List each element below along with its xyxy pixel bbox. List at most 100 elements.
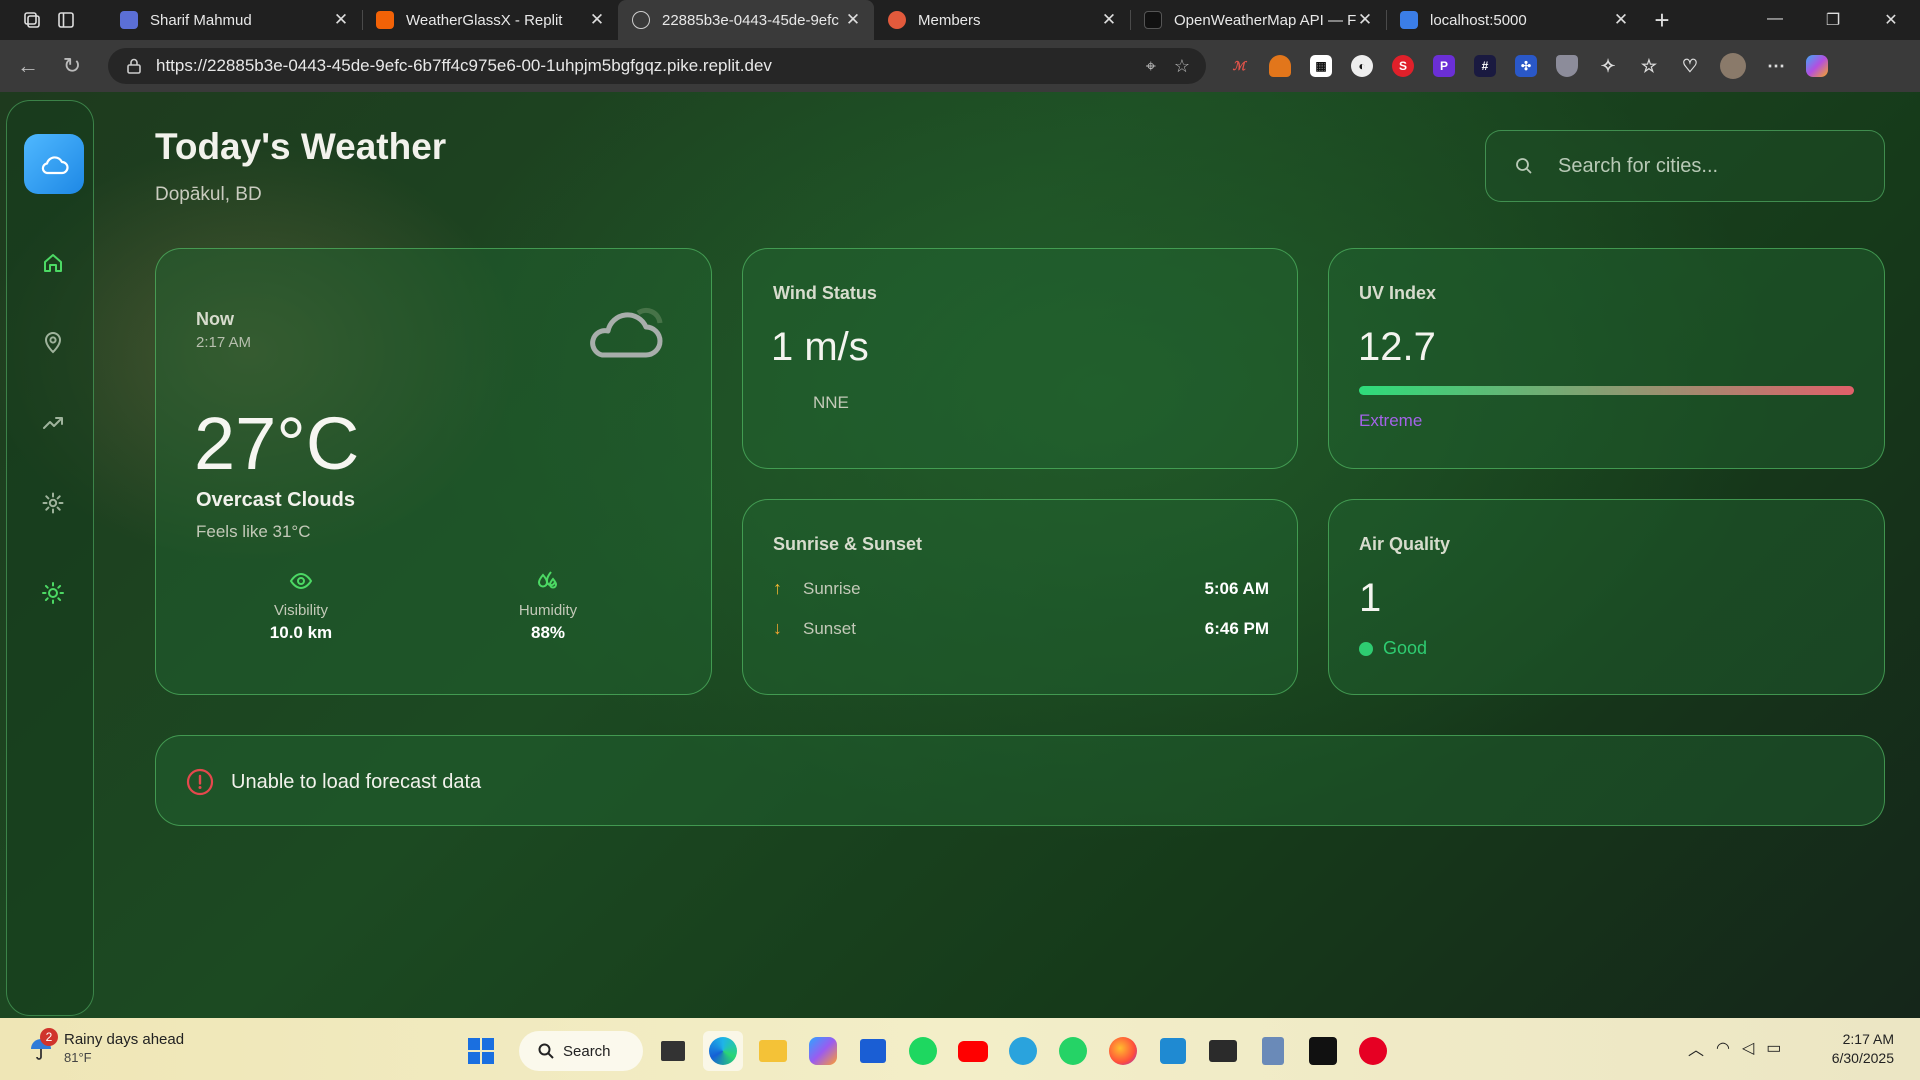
- sidebar: [6, 100, 94, 1016]
- clock[interactable]: 2:17 AM 6/30/2025: [1818, 1030, 1894, 1068]
- terminal-icon[interactable]: [1203, 1031, 1243, 1071]
- new-tab-button[interactable]: +: [1642, 5, 1682, 36]
- uv-gradient-bar: [1359, 386, 1854, 395]
- edge-browser-icon[interactable]: [703, 1031, 743, 1071]
- close-icon[interactable]: ✕: [1356, 10, 1374, 30]
- profile-avatar[interactable]: [1720, 53, 1746, 79]
- restore-button[interactable]: ❐: [1804, 10, 1862, 30]
- home-icon[interactable]: [39, 249, 67, 277]
- favorites-icon[interactable]: ☆: [1638, 55, 1660, 77]
- extensions-puzzle-icon[interactable]: ✧: [1597, 55, 1619, 77]
- extension-icon[interactable]: ℳ: [1228, 55, 1250, 77]
- telegram-icon[interactable]: [1003, 1031, 1043, 1071]
- volume-icon[interactable]: ◁: [1742, 1038, 1754, 1058]
- chevron-up-icon[interactable]: ︿: [1688, 1036, 1704, 1060]
- task-view-icon[interactable]: [653, 1031, 693, 1071]
- whatsapp-icon[interactable]: [1053, 1031, 1093, 1071]
- lock-icon[interactable]: [124, 56, 144, 76]
- address-bar[interactable]: https://22885b3e-0443-45de-9efc-6b7ff4c9…: [108, 48, 1206, 84]
- window-controls: — ❐ ✕: [1746, 10, 1920, 30]
- close-icon[interactable]: ✕: [1612, 10, 1630, 30]
- arrow-down-icon: ↓: [773, 618, 782, 638]
- taskbar-search[interactable]: Search: [519, 1031, 643, 1071]
- tab-openweathermap-api[interactable]: OpenWeatherMap API — F ✕: [1130, 0, 1386, 40]
- extension-puzzle-blue-icon[interactable]: ✣: [1515, 55, 1537, 77]
- close-icon[interactable]: ✕: [844, 10, 862, 30]
- pinterest-icon[interactable]: [1353, 1031, 1393, 1071]
- clock-date: 6/30/2025: [1831, 1050, 1894, 1066]
- workspaces-icon[interactable]: [22, 10, 42, 30]
- location-subtitle: Dopākul, BD: [155, 184, 262, 205]
- overcast-cloud-icon: [590, 307, 663, 358]
- location-pin-icon[interactable]: [39, 329, 67, 357]
- vscode-icon[interactable]: [1153, 1031, 1193, 1071]
- eye-icon: [289, 572, 313, 590]
- extension-hash-icon[interactable]: #: [1474, 55, 1496, 77]
- spotify-icon[interactable]: [903, 1031, 943, 1071]
- current-time: 2:17 AM: [196, 334, 252, 351]
- extension-s-icon[interactable]: S: [1392, 55, 1414, 77]
- app-logo[interactable]: [24, 134, 84, 194]
- github-desktop-icon[interactable]: [1303, 1031, 1343, 1071]
- forecast-error-card: Unable to load forecast data: [155, 735, 1885, 826]
- shield-icon[interactable]: [1556, 55, 1578, 77]
- clock-time: 2:17 AM: [1842, 1031, 1894, 1047]
- tab-active-weather-app[interactable]: 22885b3e-0443-45de-9efc ✕: [618, 0, 874, 40]
- sunrise-row: ↑ Sunrise 5:06 AM: [773, 578, 1269, 599]
- close-icon[interactable]: ✕: [1100, 10, 1118, 30]
- extension-grid-icon[interactable]: ▦: [1310, 55, 1332, 77]
- start-button[interactable]: [463, 1033, 499, 1069]
- close-icon[interactable]: ✕: [588, 10, 606, 30]
- wifi-icon[interactable]: ◠: [1716, 1038, 1730, 1058]
- tab-members[interactable]: Members ✕: [874, 0, 1130, 40]
- tab-sharif-mahmud[interactable]: Sharif Mahmud ✕: [106, 0, 362, 40]
- metamask-icon[interactable]: [1269, 55, 1291, 77]
- refresh-button[interactable]: ↻: [50, 53, 94, 79]
- replit-icon: [376, 11, 394, 29]
- health-icon[interactable]: ♡: [1679, 55, 1701, 77]
- uv-level: Extreme: [1359, 411, 1423, 430]
- close-icon[interactable]: ✕: [332, 10, 350, 30]
- copilot-app-icon[interactable]: [803, 1031, 843, 1071]
- back-button[interactable]: ←: [6, 53, 50, 79]
- weather-widget[interactable]: 2 Rainy days ahead 81°F: [28, 1028, 184, 1067]
- tab-title: 22885b3e-0443-45de-9efc: [662, 11, 839, 29]
- extension-p-icon[interactable]: P: [1433, 55, 1455, 77]
- battery-icon[interactable]: ▭: [1766, 1038, 1781, 1058]
- firefox-icon[interactable]: [1103, 1031, 1143, 1071]
- microsoft-store-icon[interactable]: [853, 1031, 893, 1071]
- notepad-icon[interactable]: [1253, 1031, 1293, 1071]
- tab-weatherglassx-replit[interactable]: WeatherGlassX - Replit ✕: [362, 0, 618, 40]
- search-input[interactable]: [1558, 154, 1858, 178]
- air-quality-card: Air Quality 1 Good: [1328, 499, 1885, 695]
- temperature-value: 27°C: [194, 402, 360, 485]
- city-search-box[interactable]: [1485, 130, 1885, 202]
- close-window-button[interactable]: ✕: [1862, 10, 1920, 30]
- visibility-stat: Visibility 10.0 km: [241, 571, 361, 643]
- trending-up-icon[interactable]: [39, 409, 67, 437]
- favorite-star-icon[interactable]: ☆: [1174, 56, 1190, 77]
- air-status-text: Good: [1383, 638, 1428, 658]
- sunset-label: Sunset: [803, 618, 856, 638]
- humidity-stat: Humidity 88%: [488, 569, 608, 643]
- sun-theme-icon[interactable]: [39, 579, 67, 607]
- sunrise-sunset-card: Sunrise & Sunset ↑ Sunrise 5:06 AM ↓ Sun…: [742, 499, 1298, 695]
- gear-icon[interactable]: [39, 489, 67, 517]
- copilot-icon[interactable]: [1806, 55, 1828, 77]
- weather-app: Today's Weather Dopākul, BD Now 2:17 AM …: [0, 92, 1920, 1018]
- weather-widget-temp: 81°F: [64, 1050, 92, 1065]
- tab-title: WeatherGlassX - Replit: [406, 11, 563, 29]
- location-icon[interactable]: ⌖: [1146, 56, 1156, 77]
- droplets-icon: [537, 571, 558, 589]
- minimize-button[interactable]: —: [1746, 10, 1804, 30]
- extension-globe-icon[interactable]: ◐: [1351, 55, 1373, 77]
- wind-direction: NNE: [813, 393, 849, 412]
- tab-localhost[interactable]: localhost:5000 ✕: [1386, 0, 1642, 40]
- file-explorer-icon[interactable]: [753, 1031, 793, 1071]
- more-menu-icon[interactable]: ⋯: [1765, 55, 1787, 77]
- current-weather-card: Now 2:17 AM 27°C Overcast Clouds Feels l…: [155, 248, 712, 695]
- members-favicon-icon: [888, 11, 906, 29]
- youtube-icon[interactable]: [953, 1031, 993, 1071]
- tab-actions-icon[interactable]: [56, 10, 76, 30]
- sunset-row: ↓ Sunset 6:46 PM: [773, 618, 1269, 639]
